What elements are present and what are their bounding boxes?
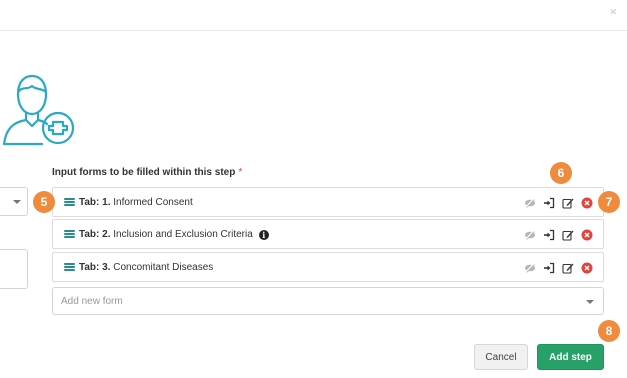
close-icon[interactable]: × bbox=[609, 4, 617, 19]
annotation-badge-5: 5 bbox=[33, 191, 55, 213]
sign-in-icon[interactable] bbox=[543, 197, 555, 209]
left-partial-field[interactable] bbox=[0, 249, 28, 289]
required-asterisk: * bbox=[238, 167, 243, 178]
remove-icon[interactable] bbox=[581, 229, 593, 241]
form-row: Tab: 3. Concomitant Diseases bbox=[52, 252, 604, 282]
row-actions bbox=[517, 197, 593, 209]
add-user-icon bbox=[2, 72, 82, 148]
eye-slash-icon[interactable] bbox=[524, 262, 536, 274]
drag-handle-icon[interactable] bbox=[64, 230, 75, 238]
drag-handle-icon[interactable] bbox=[64, 263, 75, 271]
form-title: Tab: 3. Concomitant Diseases bbox=[79, 261, 214, 273]
sign-in-icon[interactable] bbox=[543, 229, 555, 241]
add-new-form-select[interactable]: Add new form bbox=[52, 287, 604, 315]
info-icon[interactable]: i bbox=[258, 229, 269, 240]
annotation-badge-7: 7 bbox=[598, 191, 620, 213]
edit-icon[interactable] bbox=[562, 197, 574, 209]
edit-icon[interactable] bbox=[562, 262, 574, 274]
form-row: Tab: 2. Inclusion and Exclusion Criteria… bbox=[52, 219, 604, 249]
row-actions bbox=[517, 262, 593, 274]
remove-icon[interactable] bbox=[581, 197, 593, 209]
drag-handle-icon[interactable] bbox=[64, 198, 75, 206]
chevron-down-icon bbox=[586, 300, 594, 304]
sign-in-icon[interactable] bbox=[543, 262, 555, 274]
form-title: Tab: 1. Informed Consent bbox=[79, 196, 193, 208]
modal-top-border bbox=[0, 30, 627, 31]
form-title: Tab: 2. Inclusion and Exclusion Criteria… bbox=[79, 229, 269, 240]
chevron-down-icon bbox=[13, 200, 21, 204]
edit-icon[interactable] bbox=[562, 229, 574, 241]
cancel-button[interactable]: Cancel bbox=[474, 344, 528, 370]
left-partial-select[interactable] bbox=[0, 187, 28, 216]
forms-section-label: Input forms to be filled within this ste… bbox=[52, 167, 243, 178]
form-row: Tab: 1. Informed Consent bbox=[52, 187, 604, 217]
eye-slash-icon[interactable] bbox=[524, 197, 536, 209]
add-step-button[interactable]: Add step bbox=[537, 344, 604, 370]
add-new-form-placeholder: Add new form bbox=[61, 296, 123, 307]
annotation-badge-8: 8 bbox=[598, 320, 620, 342]
eye-slash-icon[interactable] bbox=[524, 229, 536, 241]
remove-icon[interactable] bbox=[581, 262, 593, 274]
row-actions bbox=[517, 229, 593, 241]
annotation-badge-6: 6 bbox=[550, 162, 572, 184]
